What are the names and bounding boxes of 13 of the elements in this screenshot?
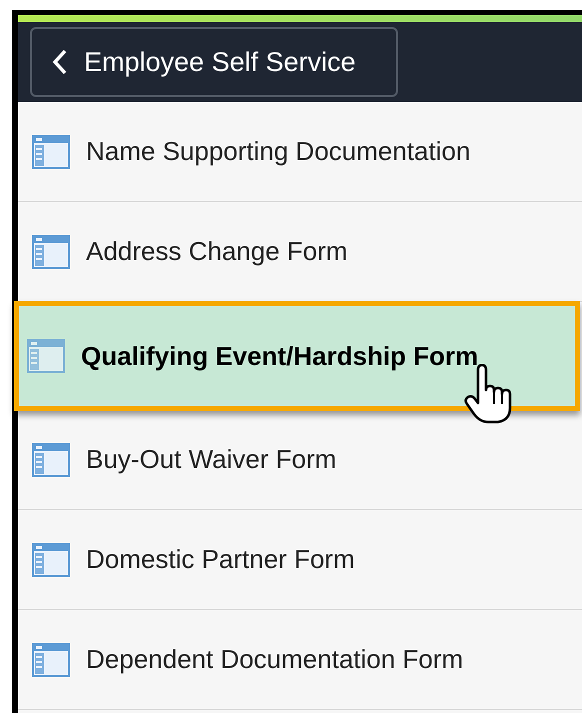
form-icon xyxy=(32,642,70,676)
form-icon xyxy=(32,542,70,576)
form-icon xyxy=(32,442,70,476)
menu-item[interactable]: Buy-Out Waiver Form xyxy=(18,440,336,479)
menu-item[interactable]: Name Supporting Documentation xyxy=(18,132,470,171)
back-button[interactable]: Employee Self Service xyxy=(30,27,398,97)
menu-item[interactable]: Address Change Form xyxy=(18,232,348,271)
form-icon xyxy=(32,234,70,268)
form-icon xyxy=(32,134,70,168)
form-icon xyxy=(27,339,65,373)
menu-item[interactable]: Domestic Partner Form xyxy=(18,540,355,579)
menu-item[interactable]: Dependent Documentation Form xyxy=(18,640,464,679)
chevron-left-icon xyxy=(52,49,68,75)
